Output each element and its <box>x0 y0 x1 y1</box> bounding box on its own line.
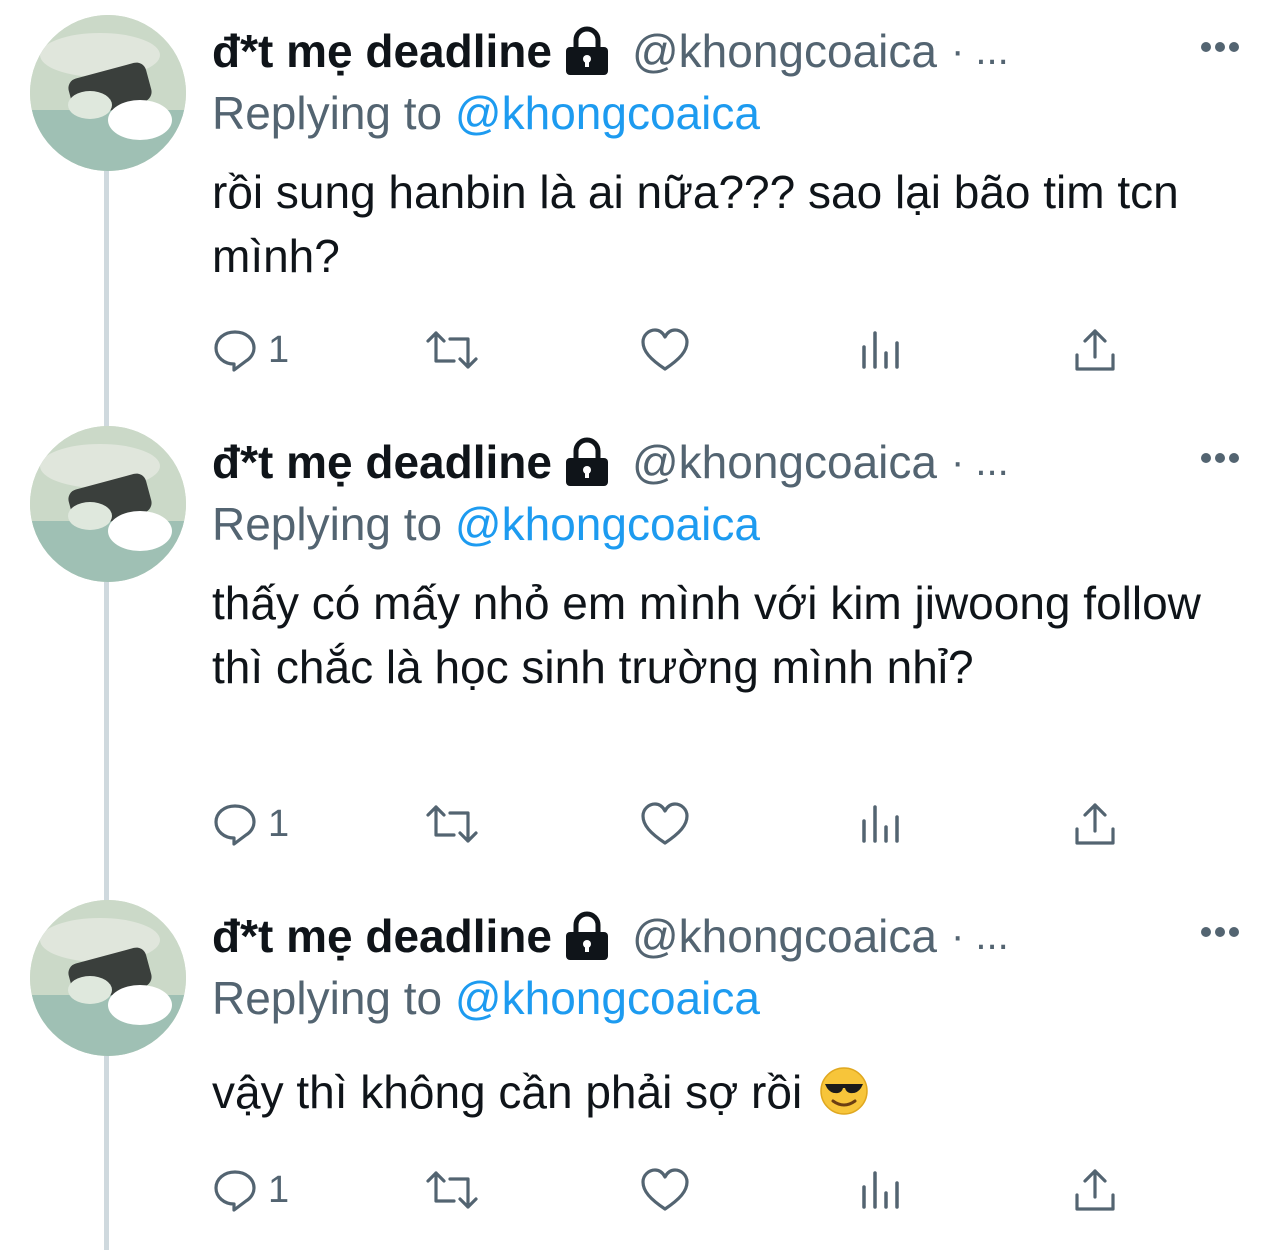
mention-link[interactable]: @khongcoaica <box>455 972 760 1024</box>
tweet-thread: đ*t mẹ deadline @khongcoaica · ... Reply… <box>0 0 1284 1250</box>
tweet-text: thấy có mấy nhỏ em mình với kim jiwoong … <box>212 577 1201 693</box>
reply-icon <box>214 330 256 372</box>
tweet-text: rồi sung hanbin là ai nữa??? sao lại bão… <box>212 166 1179 282</box>
reply-icon <box>214 804 256 846</box>
share-icon <box>1075 329 1115 371</box>
header-separator: · ... <box>950 913 1009 958</box>
like-button[interactable] <box>640 1160 690 1220</box>
tweet-header: đ*t mẹ deadline @khongcoaica · ... <box>212 22 1009 80</box>
replying-to: Replying to @khongcoaica <box>212 495 760 553</box>
avatar[interactable] <box>30 900 186 1056</box>
replying-prefix: Replying to <box>212 87 443 139</box>
lock-icon <box>565 911 608 960</box>
reply-button[interactable]: 1 <box>212 320 289 380</box>
user-handle[interactable]: @khongcoaica <box>632 433 937 491</box>
reply-count: 1 <box>268 802 290 845</box>
tweet-text-container: vậy thì không cần phải sợ rồi <box>212 1060 1252 1124</box>
header-separator: · ... <box>950 28 1009 73</box>
retweet-button[interactable] <box>424 320 480 380</box>
heart-icon <box>641 328 689 371</box>
more-icon[interactable] <box>1200 925 1240 939</box>
display-name[interactable]: đ*t mẹ deadline <box>212 433 552 491</box>
avatar[interactable] <box>30 15 186 171</box>
thread-connector-line <box>104 170 109 1250</box>
user-handle[interactable]: @khongcoaica <box>632 22 937 80</box>
reply-icon <box>214 1170 256 1212</box>
retweet-button[interactable] <box>424 1160 480 1220</box>
tweet-actions: 1 <box>212 794 1212 854</box>
views-icon <box>862 331 899 369</box>
views-icon <box>862 805 899 843</box>
mention-link[interactable]: @khongcoaica <box>455 498 760 550</box>
replying-to: Replying to @khongcoaica <box>212 84 760 142</box>
mention-link[interactable]: @khongcoaica <box>455 87 760 139</box>
share-button[interactable] <box>1072 794 1118 854</box>
reply-button[interactable]: 1 <box>212 1160 289 1220</box>
share-button[interactable] <box>1072 1160 1118 1220</box>
retweet-icon <box>426 331 478 369</box>
display-name[interactable]: đ*t mẹ deadline <box>212 22 552 80</box>
more-icon[interactable] <box>1200 451 1240 465</box>
more-icon[interactable] <box>1200 40 1240 54</box>
sunglasses-emoji-icon <box>820 1067 868 1115</box>
tweet-header: đ*t mẹ deadline @khongcoaica · ... <box>212 907 1009 965</box>
share-icon <box>1075 1169 1115 1211</box>
display-name[interactable]: đ*t mẹ deadline <box>212 907 552 965</box>
reply-count: 1 <box>268 1168 290 1211</box>
views-button[interactable] <box>860 320 902 380</box>
like-button[interactable] <box>640 320 690 380</box>
lock-icon <box>565 26 608 75</box>
replying-prefix: Replying to <box>212 972 443 1024</box>
retweet-button[interactable] <box>424 794 480 854</box>
tweet-header: đ*t mẹ deadline @khongcoaica · ... <box>212 433 1009 491</box>
heart-icon <box>641 802 689 845</box>
avatar-image <box>30 426 186 582</box>
lock-icon <box>565 437 608 486</box>
tweet-text: vậy thì không cần phải sợ rồi <box>212 1066 803 1118</box>
like-button[interactable] <box>640 794 690 854</box>
reply-count: 1 <box>268 328 290 371</box>
retweet-icon <box>426 1171 478 1209</box>
tweet-actions: 1 <box>212 320 1212 380</box>
heart-icon <box>641 1168 689 1211</box>
replying-prefix: Replying to <box>212 498 443 550</box>
views-button[interactable] <box>860 1160 902 1220</box>
views-icon <box>862 1171 899 1209</box>
retweet-icon <box>426 805 478 843</box>
header-separator: · ... <box>950 439 1009 484</box>
views-button[interactable] <box>860 794 902 854</box>
avatar-image <box>30 900 186 1056</box>
share-icon <box>1075 803 1115 845</box>
avatar[interactable] <box>30 426 186 582</box>
reply-button[interactable]: 1 <box>212 794 289 854</box>
user-handle[interactable]: @khongcoaica <box>632 907 937 965</box>
replying-to: Replying to @khongcoaica <box>212 969 760 1027</box>
tweet-actions: 1 <box>212 1160 1212 1220</box>
avatar-image <box>30 15 186 171</box>
share-button[interactable] <box>1072 320 1118 380</box>
